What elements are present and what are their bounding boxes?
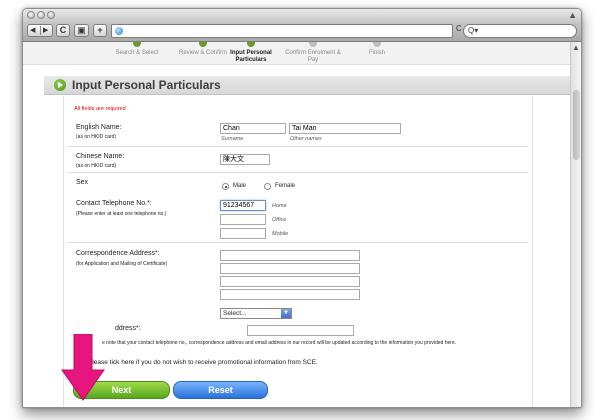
chinese-name-input[interactable]: 陳大文 — [220, 154, 270, 165]
home-phone-input[interactable]: 91234567 — [220, 200, 266, 211]
title-bar: ▲ — [23, 9, 581, 22]
telephone-sublabel: (Please enter at least one telephone no.… — [76, 211, 167, 217]
address-line-4-input[interactable] — [220, 289, 360, 300]
chinese-name-sublabel: (as on HKID card) — [76, 163, 117, 169]
step-marker-2 — [199, 42, 207, 47]
step-marker-3 — [247, 42, 255, 47]
section-heading: Input Personal Particulars — [44, 76, 570, 95]
chevron-up-icon[interactable]: ▲ — [572, 43, 580, 52]
page-content: Search & Select Review & Confirm Input P… — [23, 42, 570, 407]
divider — [68, 242, 528, 243]
scroll-thumb[interactable] — [573, 90, 580, 160]
pointer-arrow-icon — [61, 334, 105, 401]
address-sublabel: (for Application and Mailing of Certific… — [76, 261, 168, 267]
back-forward-buttons[interactable]: ◀ ▶ — [27, 24, 53, 37]
surname-hint: Surname — [221, 136, 244, 142]
step-finish: Finish — [368, 50, 385, 56]
surname-input[interactable]: Chan — [220, 123, 286, 134]
address-line-3-input[interactable] — [220, 276, 360, 287]
sex-female-label: Female — [275, 183, 296, 189]
close-window-icon[interactable] — [27, 11, 35, 19]
progress-steps: Search & Select Review & Confirm Input P… — [23, 42, 570, 65]
divider — [68, 172, 528, 173]
page-title: Input Personal Particulars — [72, 78, 221, 92]
english-name-sublabel: (as on HKID card) — [76, 134, 117, 140]
step-marker-1 — [133, 42, 141, 47]
address-line-2-input[interactable] — [220, 263, 360, 274]
sex-male-radio[interactable] — [222, 183, 229, 190]
sex-female-radio[interactable] — [264, 183, 271, 190]
mobile-phone-input[interactable] — [220, 228, 266, 239]
back-icon[interactable]: ◀ — [30, 25, 35, 36]
search-field[interactable]: Q▾ — [463, 24, 577, 38]
mobile-phone-hint: Mobile — [272, 231, 289, 237]
play-icon — [54, 79, 66, 91]
reload-button[interactable]: C — [56, 24, 70, 37]
address-label: Correspondence Address*: — [76, 250, 160, 257]
step-marker-4 — [309, 42, 317, 47]
chinese-name-label: Chinese Name: — [76, 153, 125, 160]
step-confirm-pay: Confirm Enrolment & Pay — [285, 50, 341, 63]
step-marker-5 — [373, 42, 381, 47]
office-phone-input[interactable] — [220, 214, 266, 225]
required-note: All fields are required — [74, 106, 126, 112]
english-name-label: English Name: — [76, 124, 122, 131]
office-phone-hint: Office — [272, 217, 287, 223]
minimize-window-icon[interactable] — [37, 11, 45, 19]
divider — [68, 146, 528, 147]
email-label: ddress*: — [115, 325, 141, 332]
email-input[interactable] — [247, 325, 354, 336]
step-input-particulars: Input Personal Particulars — [230, 50, 272, 63]
bookmarks-button[interactable]: ▣ — [74, 24, 89, 37]
globe-icon — [115, 27, 123, 35]
address-line-1-input[interactable] — [220, 250, 360, 261]
lock-icon: ▲ — [568, 10, 577, 20]
promo-opt-out-label: Please tick here if you do not wish to r… — [88, 359, 318, 366]
add-bookmark-button[interactable]: + — [93, 24, 107, 37]
step-search-select: Search & Select — [115, 50, 159, 56]
zoom-window-icon[interactable] — [47, 11, 55, 19]
reset-button[interactable]: Reset — [173, 381, 268, 399]
sex-male-label: Male — [233, 183, 247, 189]
home-phone-hint: Home — [272, 203, 287, 209]
telephone-label: Contact Telephone No.*: — [76, 200, 152, 207]
url-reload-icon[interactable]: C — [456, 24, 462, 33]
chevron-down-icon[interactable]: ▼ — [281, 309, 291, 318]
update-note: e note that your contact telephone no., … — [102, 340, 457, 346]
district-select-value: Select... — [223, 310, 247, 317]
other-names-hint: Other names — [290, 136, 322, 142]
browser-toolbar: ◀ ▶ C ▣ + C Q▾ — [23, 22, 581, 42]
forward-icon[interactable]: ▶ — [43, 25, 48, 36]
sex-label: Sex — [76, 179, 89, 186]
district-select[interactable]: Select... ▼ — [220, 308, 292, 319]
other-names-input[interactable]: Tai Man — [289, 123, 401, 134]
url-bar[interactable] — [111, 24, 453, 38]
browser-window: ▲ ◀ ▶ C ▣ + C Q▾ Search & Select Review … — [22, 8, 582, 408]
vertical-scrollbar[interactable]: ▲ — [570, 42, 581, 407]
